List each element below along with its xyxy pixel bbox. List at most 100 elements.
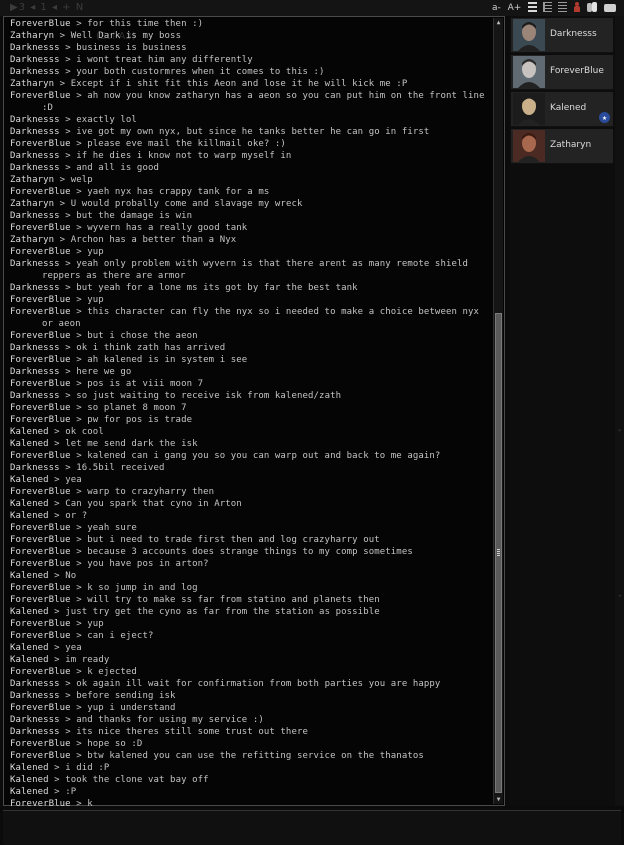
message-speaker[interactable]: Kalened [10, 439, 49, 449]
message-speaker[interactable]: ForeverBlue [10, 799, 71, 809]
chat-message: ForeverBlue > can i eject? [10, 630, 492, 642]
member-portrait-icon[interactable] [513, 56, 545, 88]
member-item[interactable]: ForeverBlue [511, 55, 613, 90]
message-separator: > [48, 607, 66, 617]
members-toggle-icon[interactable] [587, 2, 598, 12]
message-speaker[interactable]: ForeverBlue [10, 667, 71, 677]
message-speaker[interactable]: ForeverBlue [10, 547, 71, 557]
message-separator: > [48, 511, 66, 521]
message-speaker[interactable]: ForeverBlue [10, 331, 71, 341]
message-speaker[interactable]: Zatharyn [10, 175, 54, 185]
message-speaker[interactable]: Darknesss [10, 727, 60, 737]
message-speaker[interactable]: ForeverBlue [10, 355, 71, 365]
message-speaker[interactable]: ForeverBlue [10, 91, 71, 101]
message-text: kalened can i gang you so you can warp o… [87, 451, 441, 461]
message-speaker[interactable]: Kalened [10, 787, 49, 797]
chat-input-field[interactable] [3, 810, 621, 845]
message-speaker[interactable]: Kalened [10, 655, 49, 665]
detail-view-icon[interactable] [543, 2, 552, 12]
message-speaker[interactable]: Darknesss [10, 715, 60, 725]
message-speaker[interactable]: Zatharyn [10, 79, 54, 89]
member-portrait-icon[interactable] [513, 93, 545, 125]
message-speaker[interactable]: Darknesss [10, 163, 60, 173]
message-speaker[interactable]: ForeverBlue [10, 523, 71, 533]
message-speaker[interactable]: ForeverBlue [10, 751, 71, 761]
message-speaker[interactable]: ForeverBlue [10, 559, 71, 569]
message-speaker[interactable]: Kalened [10, 499, 49, 509]
message-speaker[interactable]: Darknesss [10, 283, 60, 293]
message-speaker[interactable]: ForeverBlue [10, 703, 71, 713]
member-icon[interactable] [573, 2, 581, 12]
message-speaker[interactable]: ForeverBlue [10, 631, 71, 641]
message-speaker[interactable]: Kalened [10, 571, 49, 581]
message-speaker[interactable]: ForeverBlue [10, 595, 71, 605]
font-larger-button[interactable]: A+ [508, 3, 522, 13]
message-speaker[interactable]: ForeverBlue [10, 739, 71, 749]
message-speaker[interactable]: Kalened [10, 775, 49, 785]
message-speaker[interactable]: Darknesss [10, 211, 60, 221]
member-item[interactable]: Darknesss [511, 18, 613, 53]
message-speaker[interactable]: Kalened [10, 763, 49, 773]
channel-tabs[interactable]: ▶3 ◂ 1 ◂ + N [10, 2, 84, 13]
message-speaker[interactable]: Darknesss [10, 55, 60, 65]
scroll-up-icon[interactable]: ▲ [494, 18, 503, 27]
message-speaker[interactable]: Kalened [10, 511, 49, 521]
message-separator: > [70, 295, 88, 305]
message-speaker[interactable]: ForeverBlue [10, 295, 71, 305]
message-speaker[interactable]: Kalened [10, 643, 49, 653]
message-speaker[interactable]: ForeverBlue [10, 487, 71, 497]
message-speaker[interactable]: ForeverBlue [10, 247, 71, 257]
message-speaker[interactable]: Darknesss [10, 127, 60, 137]
message-speaker[interactable]: Zatharyn [10, 31, 54, 41]
message-text: so planet 8 moon 7 [87, 403, 187, 413]
scroll-down-icon[interactable]: ▼ [494, 795, 503, 804]
message-speaker[interactable]: Zatharyn [10, 235, 54, 245]
message-speaker[interactable]: ForeverBlue [10, 403, 71, 413]
message-speaker[interactable]: Darknesss [10, 391, 60, 401]
message-speaker[interactable]: Darknesss [10, 115, 60, 125]
chat-scrollbar[interactable]: ▲ ▼ [493, 18, 503, 804]
scroll-thumb[interactable] [495, 313, 502, 793]
message-speaker[interactable]: ForeverBlue [10, 187, 71, 197]
member-item[interactable]: Zatharyn [511, 129, 613, 164]
message-speaker[interactable]: ForeverBlue [10, 223, 71, 233]
message-speaker[interactable]: ForeverBlue [10, 415, 71, 425]
collapse-arrow-icon[interactable]: ◂ [617, 426, 621, 434]
chat-message: ForeverBlue > yaeh nyx has crappy tank f… [10, 186, 492, 198]
message-speaker[interactable]: ForeverBlue [10, 19, 71, 29]
message-speaker[interactable]: Darknesss [10, 679, 60, 689]
member-portrait-icon[interactable] [513, 130, 545, 162]
message-speaker[interactable]: Darknesss [10, 691, 60, 701]
chat-log-pane: (Sol-A3) ForeverBlue > for this time the… [3, 16, 505, 809]
message-speaker[interactable]: Darknesss [10, 151, 60, 161]
message-text: k so jump in and log [87, 583, 198, 593]
message-speaker[interactable]: ForeverBlue [10, 139, 71, 149]
resize-arrow-icon[interactable]: ▾ [618, 592, 622, 600]
settings-icon[interactable] [604, 2, 616, 12]
message-separator: > [48, 655, 66, 665]
member-portrait-icon[interactable] [513, 19, 545, 51]
message-speaker[interactable]: Kalened [10, 475, 49, 485]
message-speaker[interactable]: Darknesss [10, 43, 60, 53]
message-separator: > [70, 19, 88, 29]
message-speaker[interactable]: Kalened [10, 427, 49, 437]
compact-view-icon[interactable] [558, 2, 567, 12]
message-separator: > [54, 175, 71, 185]
message-speaker[interactable]: Zatharyn [10, 199, 54, 209]
message-speaker[interactable]: ForeverBlue [10, 307, 71, 317]
message-speaker[interactable]: ForeverBlue [10, 583, 71, 593]
message-speaker[interactable]: ForeverBlue [10, 451, 71, 461]
message-speaker[interactable]: Darknesss [10, 367, 60, 377]
message-speaker[interactable]: Darknesss [10, 67, 60, 77]
message-speaker[interactable]: ForeverBlue [10, 535, 71, 545]
member-item[interactable]: Kalened ★ [511, 92, 613, 127]
message-speaker[interactable]: Darknesss [10, 259, 60, 269]
message-speaker[interactable]: Darknesss [10, 343, 60, 353]
message-speaker[interactable]: ForeverBlue [10, 379, 71, 389]
font-smaller-button[interactable]: a- [492, 3, 501, 13]
message-speaker[interactable]: ForeverBlue [10, 619, 71, 629]
message-speaker[interactable]: Kalened [10, 607, 49, 617]
chat-message: Zatharyn > U would probally come and sla… [10, 198, 492, 210]
list-view-icon[interactable] [528, 2, 537, 12]
message-speaker[interactable]: Darknesss [10, 463, 60, 473]
